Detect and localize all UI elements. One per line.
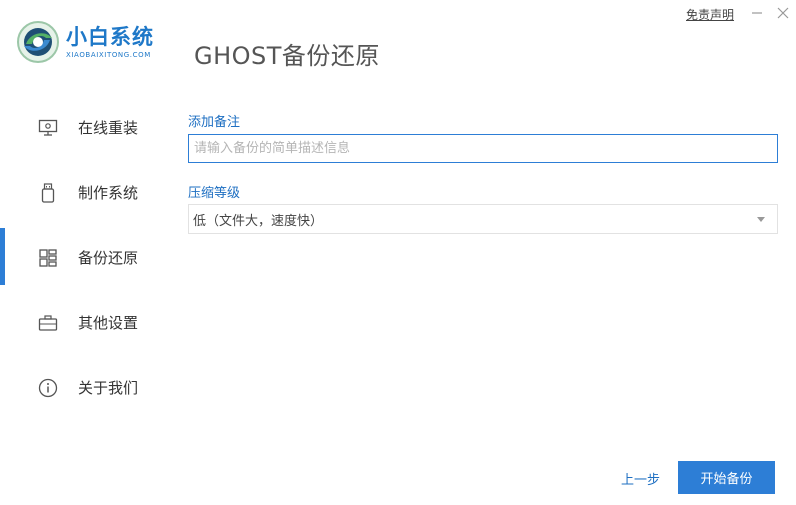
note-input[interactable]: [188, 134, 778, 163]
usb-drive-icon: [38, 182, 58, 203]
sidebar-item-other-settings[interactable]: 其他设置: [0, 290, 170, 355]
brand-name: 小白系统: [66, 25, 154, 49]
briefcase-icon: [38, 313, 58, 333]
sidebar: 在线重装 制作系统 备份还原 其他设置 关于我们: [0, 95, 170, 420]
disclaimer-link[interactable]: 免责声明: [686, 6, 734, 23]
note-label: 添加备注: [188, 115, 241, 130]
compression-select[interactable]: 低（文件大，速度快）: [188, 204, 778, 234]
grid-icon: [38, 248, 58, 268]
sidebar-item-about-us[interactable]: 关于我们: [0, 355, 170, 420]
previous-step-link[interactable]: 上一步: [621, 469, 660, 488]
sidebar-item-backup-restore[interactable]: 备份还原: [0, 225, 170, 290]
sidebar-item-label: 其他设置: [78, 314, 139, 332]
sidebar-item-label: 在线重装: [78, 119, 139, 137]
logo-icon: [16, 20, 60, 64]
brand-domain: XIAOBAIXITONG.COM: [66, 51, 151, 59]
start-backup-button[interactable]: 开始备份: [678, 461, 775, 494]
sidebar-item-label: 备份还原: [78, 249, 139, 267]
compression-label: 压缩等级: [188, 186, 241, 201]
compression-value: 低（文件大，速度快）: [193, 213, 324, 229]
caret-down-icon: [757, 217, 765, 222]
sidebar-item-label: 关于我们: [78, 379, 139, 397]
info-icon: [38, 378, 58, 398]
sidebar-item-online-reinstall[interactable]: 在线重装: [0, 95, 170, 160]
sidebar-item-make-system[interactable]: 制作系统: [0, 160, 170, 225]
page-title: GHOST备份还原: [194, 42, 380, 70]
monitor-icon: [38, 118, 58, 138]
minimize-icon[interactable]: [748, 4, 766, 22]
sidebar-item-label: 制作系统: [78, 184, 139, 202]
app-logo: 小白系统 XIAOBAIXITONG.COM: [16, 20, 154, 64]
close-icon[interactable]: [774, 4, 792, 22]
